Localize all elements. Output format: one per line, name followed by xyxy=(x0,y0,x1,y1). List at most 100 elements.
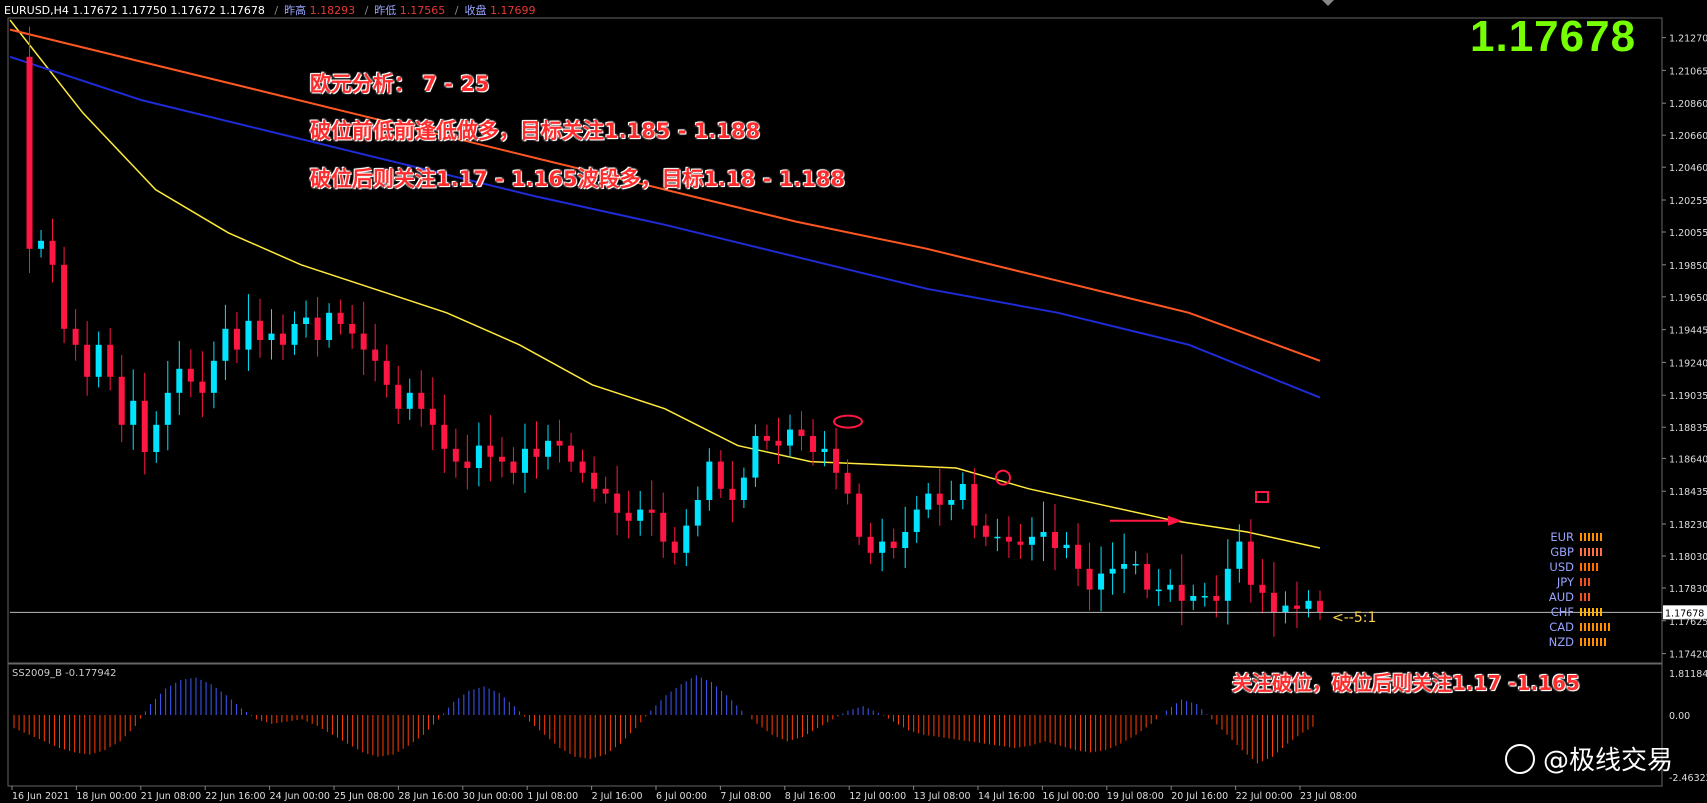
x-tick-label: 1 Jul 08:00 xyxy=(527,791,578,802)
x-tick-label: 19 Jul 08:00 xyxy=(1107,791,1164,802)
strength-bar xyxy=(1608,623,1610,631)
strength-bar xyxy=(1600,533,1602,541)
y-tick-label: 1.19240 xyxy=(1669,358,1707,369)
candle-body xyxy=(49,240,56,265)
strength-bar xyxy=(1596,563,1598,571)
strength-bar xyxy=(1592,563,1594,571)
candle-body xyxy=(1040,532,1047,537)
x-tick-label: 23 Jul 08:00 xyxy=(1300,791,1357,802)
candle-body xyxy=(1282,605,1289,612)
candle-body xyxy=(545,440,552,457)
strength-bar xyxy=(1600,623,1602,631)
candle-body xyxy=(752,436,759,478)
strength-bar xyxy=(1588,548,1590,556)
candle-body xyxy=(26,56,33,249)
candle-body xyxy=(164,392,171,425)
candle-body xyxy=(729,488,736,500)
candle-body xyxy=(556,440,563,446)
currency-name: JPY xyxy=(1556,575,1574,589)
candle-body xyxy=(95,344,102,377)
candle-body xyxy=(199,381,206,393)
candle-body xyxy=(648,509,655,513)
candle-body xyxy=(1017,541,1024,545)
strength-bar xyxy=(1588,563,1590,571)
strength-bar xyxy=(1580,638,1582,646)
watermark-logo-icon xyxy=(1505,743,1535,774)
strength-bar xyxy=(1604,623,1606,631)
prev-high-label: 昨高 xyxy=(284,4,307,17)
current-price-display: 1.17678 xyxy=(1470,12,1637,61)
x-tick-label: 8 Jul 16:00 xyxy=(785,791,836,802)
y-tick-label: 1.17625 xyxy=(1669,617,1707,628)
candle-body xyxy=(1109,568,1116,574)
y-tick-label: 1.18230 xyxy=(1669,520,1707,531)
close-label: 收盘 xyxy=(464,4,487,17)
candle-body xyxy=(268,333,275,340)
strength-bar xyxy=(1584,578,1586,586)
candle-body xyxy=(118,376,125,425)
candle-body xyxy=(326,312,333,340)
close-value: 1.17699 xyxy=(490,4,536,17)
strength-bar xyxy=(1600,638,1602,646)
x-tick-label: 25 Jun 08:00 xyxy=(334,791,394,802)
strength-bar xyxy=(1584,638,1586,646)
note-bottom: 关注破位，破位后则关注1.17 -1.165 xyxy=(1232,671,1580,695)
candle-body xyxy=(1028,536,1035,545)
candle-body xyxy=(1098,573,1105,590)
currency-name: EUR xyxy=(1550,530,1574,544)
candle-body xyxy=(625,512,632,521)
strength-bar xyxy=(1592,533,1594,541)
candle-body xyxy=(360,333,367,350)
candle-body xyxy=(1121,564,1128,569)
x-tick-label: 30 Jun 00:00 xyxy=(463,791,523,802)
candle-body xyxy=(798,429,805,436)
candle-body xyxy=(717,461,724,489)
watermark-text: @极线交易 xyxy=(1543,746,1674,776)
candle-body xyxy=(441,424,448,449)
prev-low-label: 昨低 xyxy=(374,4,397,17)
candle-body xyxy=(994,536,1001,539)
oscillator-tick-label: 0.00 xyxy=(1669,711,1690,722)
candle-body xyxy=(429,408,436,425)
y-tick-label: 1.19850 xyxy=(1669,261,1707,272)
candle-body xyxy=(233,328,240,350)
candle-body xyxy=(660,512,667,542)
x-tick-label: 22 Jul 00:00 xyxy=(1236,791,1293,802)
strength-bar xyxy=(1580,563,1582,571)
symbol-line: EURUSD,H4 1.17672 1.17750 1.17672 1.1767… xyxy=(4,4,265,17)
candle-body xyxy=(706,461,713,500)
candle-body xyxy=(256,320,263,340)
candle-body xyxy=(1247,541,1254,585)
strength-bar xyxy=(1588,608,1590,616)
candle-body xyxy=(533,448,540,457)
candle-body xyxy=(1270,592,1277,612)
y-tick-label: 1.21270 xyxy=(1669,34,1707,45)
candle-body xyxy=(1259,584,1266,593)
strength-bar xyxy=(1596,533,1598,541)
candle-body xyxy=(671,541,678,553)
x-tick-label: 20 Jul 16:00 xyxy=(1171,791,1228,802)
candle-body xyxy=(1293,605,1300,609)
candle-body xyxy=(1317,600,1323,612)
x-tick-label: 12 Jul 00:00 xyxy=(849,791,906,802)
candle-body xyxy=(280,333,287,345)
strength-bar xyxy=(1584,623,1586,631)
candle-body xyxy=(1167,584,1174,590)
strength-bar xyxy=(1580,578,1582,586)
note-line-3: 破位后则关注1.17 - 1.165波段多，目标1.18 - 1.188 xyxy=(310,167,846,191)
y-tick-label: 1.17420 xyxy=(1669,650,1707,661)
candle-body xyxy=(510,461,517,473)
strength-bar xyxy=(1584,548,1586,556)
strength-bar xyxy=(1596,623,1598,631)
candle-body xyxy=(614,493,621,513)
candle-body xyxy=(291,324,298,345)
candle-body xyxy=(775,440,782,446)
candle-body xyxy=(1144,564,1151,590)
candle-body xyxy=(1178,584,1185,601)
candle-body xyxy=(867,536,874,553)
strength-bar xyxy=(1592,638,1594,646)
candle-body xyxy=(1236,541,1243,569)
x-tick-label: 21 Jun 08:00 xyxy=(141,791,201,802)
candle-body xyxy=(879,541,886,553)
candle-body xyxy=(130,400,137,425)
